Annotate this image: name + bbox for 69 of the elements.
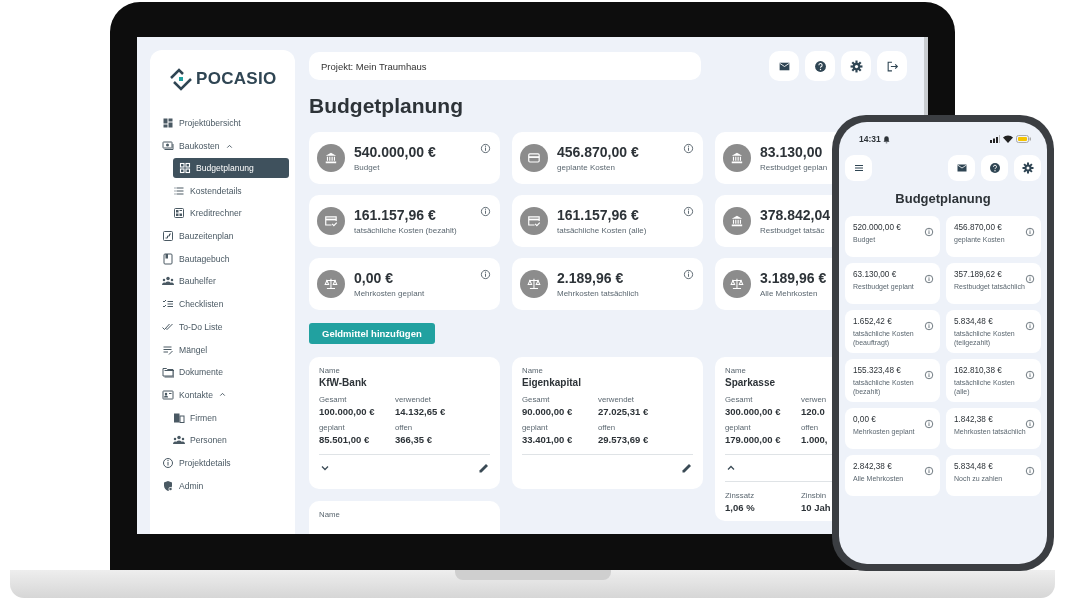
amount: 540.000,00 € xyxy=(354,144,436,160)
sidebar-item[interactable]: Bauhelfer xyxy=(162,270,289,293)
amount: 0,00 € xyxy=(853,415,876,425)
amount: 5.834,48 € xyxy=(954,462,993,472)
sidebar-item[interactable]: Projektübersicht xyxy=(162,112,289,135)
sidebar-item[interactable]: Bautagebuch xyxy=(162,247,289,271)
amount: 161.157,96 € xyxy=(354,207,436,223)
field-value: 120.0 xyxy=(801,406,825,417)
amount: 357.189,62 € xyxy=(954,270,1002,279)
fund-name: Eigenkapital xyxy=(522,377,581,388)
sidebar-item[interactable]: Kreditrechner xyxy=(173,202,289,225)
project-field[interactable]: Projekt: Mein Traumhaus xyxy=(309,52,701,80)
amount: 161.157,96 € xyxy=(557,207,639,223)
amount: 83.130,00 xyxy=(760,144,823,160)
field-value: 29.573,69 € xyxy=(598,434,649,445)
field-value: 179.000,00 € xyxy=(725,434,781,445)
amount: 155.323,48 € xyxy=(853,366,901,376)
amount: 0,00 € xyxy=(354,270,393,286)
logo-text: POCASIO xyxy=(196,69,277,89)
stat-label: Restbudget tatsäc xyxy=(760,226,825,235)
field-value: 14.132,65 € xyxy=(395,406,446,417)
page-title: Budgetplanung xyxy=(894,191,992,206)
amount: 456.870,00 € xyxy=(954,223,1002,232)
field-value: 366,35 € xyxy=(395,434,432,445)
fund-name: KfW-Bank xyxy=(319,377,367,388)
sidebar-item[interactable]: Kostendetails xyxy=(173,179,289,203)
stat-label: geplante Kosten xyxy=(557,163,615,172)
sidebar-item[interactable]: To-Do Liste xyxy=(162,315,289,339)
amount: 2.842,38 € xyxy=(853,462,892,472)
amount: 63.130,00 € xyxy=(853,270,897,279)
field-value: 90.000,00 € xyxy=(522,406,573,417)
amount: 1.842,38 € xyxy=(954,415,993,425)
amount: 378.842,04 xyxy=(760,207,831,223)
sidebar-item[interactable]: Checklisten xyxy=(162,292,289,316)
amount: 520.000,00 € xyxy=(853,223,901,232)
field-value: 300.000,00 € xyxy=(725,406,781,417)
stat-label: tatsächliche Kosten (alle) xyxy=(557,226,647,235)
amount: 1.652,42 € xyxy=(853,317,892,326)
amount: 456.870,00 € xyxy=(557,144,639,160)
sidebar-item[interactable]: Kontakte xyxy=(162,383,289,407)
status-time: 14:31 xyxy=(859,134,881,144)
field-value: 1.000, xyxy=(801,434,828,445)
sidebar-item[interactable]: Mängel xyxy=(162,338,289,361)
amount: 3.189,96 € xyxy=(760,270,827,286)
stat-label: Budget xyxy=(354,163,380,172)
field-value: 33.401,00 € xyxy=(522,434,573,445)
stat-label: Restbudget geplan xyxy=(760,163,828,172)
field-value: 100.000,00 € xyxy=(319,406,375,417)
fund-name: Sparkasse xyxy=(725,377,776,388)
stat-label: Alle Mehrkosten xyxy=(760,289,818,298)
sidebar-item[interactable]: Projektdetails xyxy=(162,451,289,475)
sidebar-item[interactable]: Baukosten xyxy=(162,134,289,158)
sidebar-item[interactable]: Personen xyxy=(173,428,289,452)
field-value: 10 Jah xyxy=(801,502,831,513)
amount: 5.834,48 € xyxy=(954,317,993,326)
amount: 162.810,38 € xyxy=(954,366,1002,376)
sidebar-item[interactable]: Admin xyxy=(162,474,289,497)
sidebar-item[interactable]: Firmen xyxy=(173,406,289,429)
sidebar-item[interactable]: Dokumente xyxy=(162,360,289,384)
page-title: Budgetplanung xyxy=(309,94,464,118)
stat-label: Mehrkosten geplant xyxy=(354,289,425,298)
sidebar-item[interactable]: Budgetplanung xyxy=(173,158,289,179)
amount: 2.189,96 € xyxy=(557,270,624,286)
field-value: 1,06 % xyxy=(725,502,755,513)
field-value: 85.501,00 € xyxy=(319,434,370,445)
field-value: 27.025,31 € xyxy=(598,406,649,417)
stat-label: tatsächliche Kosten (bezahlt) xyxy=(354,226,457,235)
stat-label: Mehrkosten tatsächlich xyxy=(557,289,639,298)
sidebar-item[interactable]: Bauzeitenplan xyxy=(162,224,289,248)
